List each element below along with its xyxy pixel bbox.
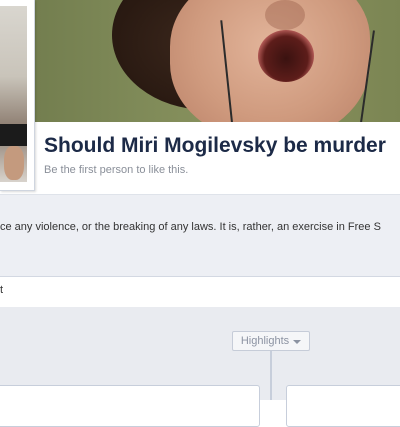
composer-input[interactable]: t [0,276,400,308]
likes-count-text: Be the first person to like this. [44,164,189,176]
about-section: ce any violence, or the breaking of any … [0,194,400,277]
composer-text: t [0,284,4,296]
highlights-filter-button[interactable]: Highlights [232,331,310,351]
timeline-post-card[interactable] [0,385,260,427]
profile-picture[interactable] [0,0,35,191]
page-description: ce any violence, or the breaking of any … [0,221,381,233]
highlights-label: Highlights [240,335,290,347]
cover-photo[interactable] [0,0,400,122]
chevron-down-icon [293,339,302,344]
timeline-post-card[interactable] [286,385,400,427]
page-header: Should Miri Mogilevsky be murder Be the … [34,122,400,194]
timeline-spine [270,351,272,400]
page-title[interactable]: Should Miri Mogilevsky be murder [44,134,386,158]
timeline: Highlights [0,307,400,427]
